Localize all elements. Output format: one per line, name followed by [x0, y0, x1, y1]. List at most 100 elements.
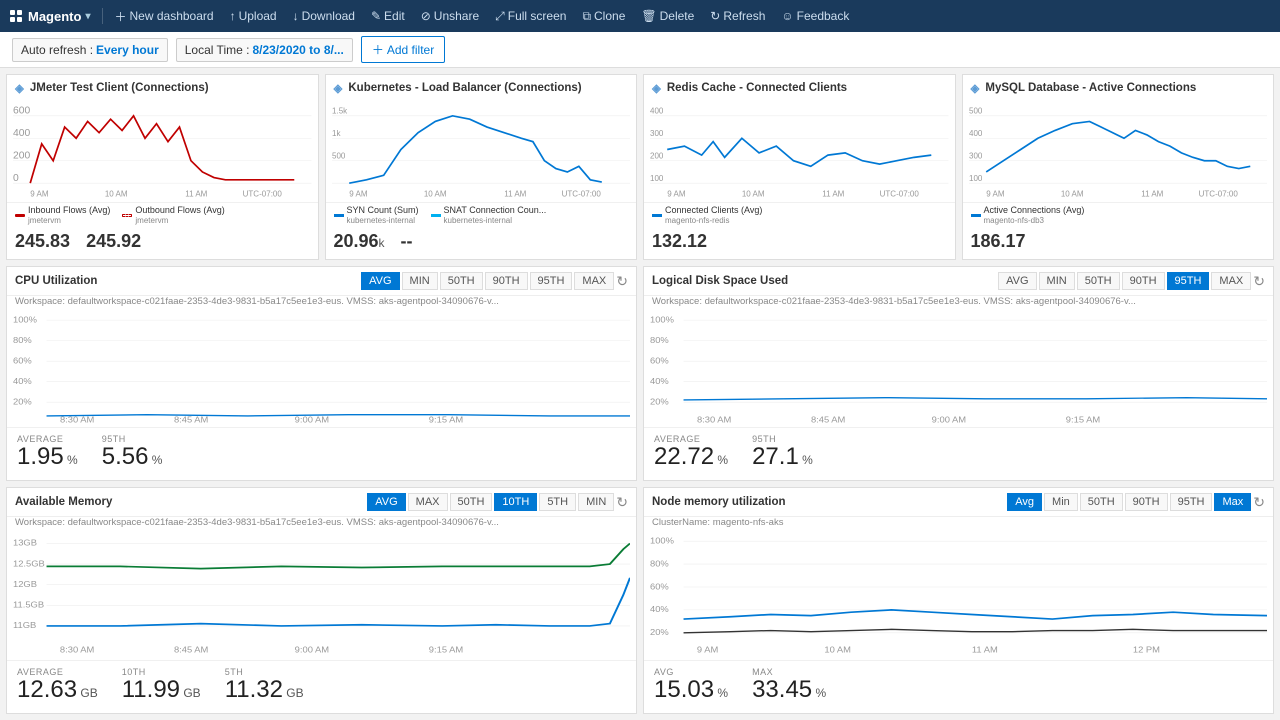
nm-tab-max[interactable]: Max	[1214, 493, 1251, 511]
jmeter-legend: Inbound Flows (Avg)jmetervm Outbound Flo…	[7, 202, 318, 227]
dashboard-main: ◈ JMeter Test Client (Connections) 600 4…	[0, 68, 1280, 720]
mem-tab-min[interactable]: MIN	[578, 493, 614, 511]
mem-tab-50th[interactable]: 50TH	[450, 493, 493, 511]
node-memory-tabs: Avg Min 50TH 90TH 95TH Max ↻	[1007, 493, 1265, 511]
cpu-tab-90th[interactable]: 90TH	[485, 272, 528, 290]
legend-active-conn: Active Connections (Avg)magento-nfs-db3	[971, 205, 1085, 225]
svg-text:40%: 40%	[650, 605, 669, 614]
svg-text:10 AM: 10 AM	[824, 645, 851, 654]
mem-stat-avg: AVERAGE 12.63 GB	[17, 667, 98, 703]
legend-connected-clients: Connected Clients (Avg)magento-nfs-redis	[652, 205, 762, 225]
svg-text:11GB: 11GB	[13, 621, 36, 630]
time-range-selector[interactable]: Local Time : 8/23/2020 to 8/...	[176, 38, 353, 62]
svg-text:9:15 AM: 9:15 AM	[1066, 416, 1100, 425]
delete-button[interactable]: 🗑 Delete	[634, 6, 701, 26]
redis-stats: 132.12	[644, 227, 955, 258]
svg-text:10 AM: 10 AM	[1060, 190, 1083, 199]
fullscreen-button[interactable]: ⤢ Full screen	[488, 6, 573, 27]
disk-workspace: Workspace: defaultworkspace-c021faae-235…	[644, 296, 1273, 309]
trash-icon: 🗑	[641, 9, 656, 23]
svg-text:9 AM: 9 AM	[697, 645, 718, 654]
svg-text:100: 100	[650, 174, 664, 183]
svg-text:9:00 AM: 9:00 AM	[295, 645, 329, 654]
cpu-tab-50th[interactable]: 50TH	[440, 272, 483, 290]
cpu-tab-95th[interactable]: 95TH	[530, 272, 573, 290]
svg-text:8:30 AM: 8:30 AM	[697, 416, 731, 425]
panel-corner-icon4: ◈	[971, 81, 980, 95]
mem-tab-10th[interactable]: 10TH	[494, 493, 537, 511]
nm-tab-avg[interactable]: Avg	[1007, 493, 1042, 511]
disk-stats: AVERAGE 22.72 % 95TH 27.1 %	[644, 427, 1273, 478]
disk-tab-95th[interactable]: 95TH	[1167, 272, 1210, 290]
add-filter-button[interactable]: ＋ Add filter	[361, 36, 445, 63]
auto-refresh-selector[interactable]: Auto refresh : Every hour	[12, 38, 168, 62]
legend-snat: SNAT Connection Coun...kubernetes-intern…	[431, 205, 547, 225]
disk-stat-95th: 95TH 27.1 %	[752, 434, 813, 470]
panel-redis-header: ◈ Redis Cache - Connected Clients	[644, 75, 955, 97]
svg-text:80%: 80%	[13, 336, 32, 345]
redis-stat: 132.12	[652, 231, 707, 252]
memory-chart: 13GB 12.5GB 12GB 11.5GB 11GB 8:30 AM 8:4…	[7, 530, 636, 660]
k8s-stat-snat: --	[401, 231, 413, 252]
disk-tab-min[interactable]: MIN	[1039, 272, 1075, 290]
svg-text:12.5GB: 12.5GB	[13, 559, 45, 568]
disk-tab-max[interactable]: MAX	[1211, 272, 1251, 290]
k8s-legend: SYN Count (Sum)kubernetes-internal SNAT …	[326, 202, 637, 227]
nm-tab-90th[interactable]: 90TH	[1125, 493, 1168, 511]
refresh-button[interactable]: ↻ Refresh	[703, 6, 772, 26]
svg-text:9 AM: 9 AM	[667, 190, 685, 199]
svg-text:9 AM: 9 AM	[349, 190, 367, 199]
panel-memory: Available Memory AVG MAX 50TH 10TH 5TH M…	[6, 487, 637, 714]
memory-refresh-icon[interactable]: ↻	[616, 494, 628, 511]
feedback-icon: ☺	[781, 9, 793, 23]
mem-tab-max[interactable]: MAX	[408, 493, 448, 511]
cpu-tab-avg[interactable]: AVG	[361, 272, 399, 290]
feedback-button[interactable]: ☺ Feedback	[774, 6, 856, 26]
download-button[interactable]: ↓ Download	[286, 6, 362, 26]
cpu-tab-min[interactable]: MIN	[402, 272, 438, 290]
svg-text:10 AM: 10 AM	[742, 190, 765, 199]
svg-text:9:15 AM: 9:15 AM	[429, 645, 463, 654]
svg-text:100: 100	[969, 174, 983, 183]
jmeter-stat-inbound: 245.83	[15, 231, 70, 252]
fullscreen-icon: ⤢	[495, 9, 505, 24]
svg-text:11 AM: 11 AM	[972, 645, 998, 654]
cpu-refresh-icon[interactable]: ↻	[616, 273, 628, 290]
mem-tab-5th[interactable]: 5TH	[539, 493, 576, 511]
cpu-tab-max[interactable]: MAX	[574, 272, 614, 290]
svg-text:500: 500	[332, 152, 346, 161]
disk-tabs: AVG MIN 50TH 90TH 95TH MAX ↻	[998, 272, 1265, 290]
unshare-button[interactable]: ⊘ Unshare	[414, 6, 486, 26]
svg-text:9:15 AM: 9:15 AM	[429, 416, 463, 425]
disk-tab-avg[interactable]: AVG	[998, 272, 1036, 290]
dashboard-row-3: Available Memory AVG MAX 50TH 10TH 5TH M…	[6, 487, 1274, 714]
edit-button[interactable]: ✎ Edit	[364, 6, 412, 26]
panel-corner-icon3: ◈	[652, 81, 661, 95]
new-dashboard-button[interactable]: ＋ New dashboard	[107, 5, 220, 28]
svg-text:200: 200	[650, 152, 664, 161]
brand-dropdown-icon[interactable]: ▾	[85, 11, 90, 22]
legend-syn-color	[334, 214, 344, 217]
separator	[102, 8, 103, 24]
nm-tab-95th[interactable]: 95TH	[1170, 493, 1213, 511]
node-memory-refresh-icon[interactable]: ↻	[1253, 494, 1265, 511]
svg-text:500: 500	[969, 107, 983, 116]
mem-tab-avg[interactable]: AVG	[367, 493, 405, 511]
dashboard-row-2: CPU Utilization AVG MIN 50TH 90TH 95TH M…	[6, 266, 1274, 481]
nm-tab-min[interactable]: Min	[1044, 493, 1078, 511]
nm-tab-50th[interactable]: 50TH	[1080, 493, 1123, 511]
svg-text:9:00 AM: 9:00 AM	[932, 416, 966, 425]
redis-chart: 400 300 200 100 9 AM 10 AM 11 AM UTC-07:…	[644, 97, 955, 202]
clone-button[interactable]: ⧉ Clone	[575, 6, 632, 27]
clone-icon: ⧉	[582, 9, 591, 24]
disk-tab-50th[interactable]: 50TH	[1077, 272, 1120, 290]
panel-cpu: CPU Utilization AVG MIN 50TH 90TH 95TH M…	[6, 266, 637, 481]
edit-icon: ✎	[371, 9, 381, 23]
k8s-chart: 1.5k 1k 500 9 AM 10 AM 11 AM UTC-07:00	[326, 97, 637, 202]
svg-text:11 AM: 11 AM	[822, 190, 844, 199]
disk-refresh-icon[interactable]: ↻	[1253, 273, 1265, 290]
upload-button[interactable]: ↑ Upload	[223, 6, 284, 26]
disk-tab-90th[interactable]: 90TH	[1122, 272, 1165, 290]
memory-stats: AVERAGE 12.63 GB 10TH 11.99 GB 5TH 11.32…	[7, 660, 636, 711]
memory-tabs: AVG MAX 50TH 10TH 5TH MIN ↻	[367, 493, 628, 511]
